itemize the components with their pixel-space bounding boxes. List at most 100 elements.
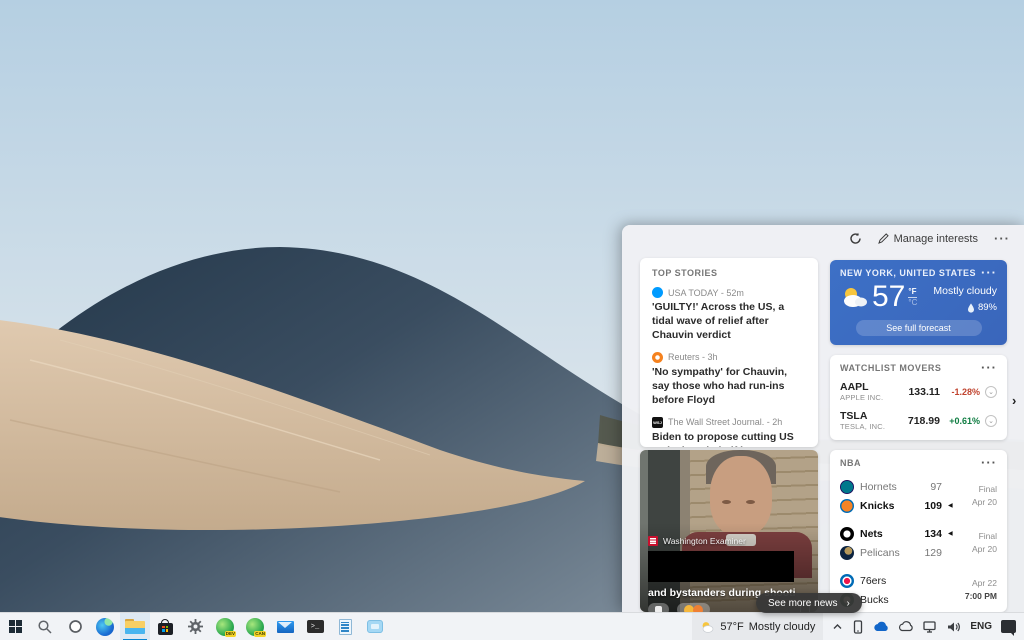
watchlist-movers-card: WATCHLIST MOVERS ··· AAPL APPLE INC. 133…	[830, 355, 1007, 440]
weather-more-button[interactable]: ···	[981, 268, 997, 278]
volume-tray-button[interactable]	[947, 621, 961, 633]
nba-game[interactable]: 76ers Bucks Apr 22 7:00 PM	[840, 571, 997, 609]
company-name: TESLA, INC.	[840, 422, 902, 431]
blue-app-icon	[367, 620, 383, 633]
taskbar-notes-button[interactable]	[330, 613, 360, 640]
file-explorer-icon	[125, 619, 145, 634]
watchlist-row[interactable]: AAPL APPLE INC. 133.11 -1.28% ⌄	[840, 381, 997, 402]
reactions-count[interactable]	[677, 603, 710, 612]
stock-change: -1.28%	[940, 387, 980, 397]
redacted-headline-bar	[648, 551, 794, 582]
news-story[interactable]: WSJ The Wall Street Journal. - 2h Biden …	[652, 417, 806, 447]
system-tray: 57°F Mostly cloudy	[692, 613, 1024, 640]
team-score: 109	[924, 500, 942, 512]
cortana-icon	[68, 619, 83, 634]
hornets-logo-icon	[840, 480, 854, 494]
story-headline[interactable]: 'GUILTY!' Across the US, a tidal wave of…	[652, 301, 806, 343]
team-name: Knicks	[860, 500, 894, 512]
gear-icon	[187, 618, 204, 635]
edge-canary-icon: CAN	[246, 618, 264, 636]
cloud-sync-tray-button[interactable]	[898, 621, 914, 632]
see-full-forecast-button[interactable]: See full forecast	[856, 320, 982, 336]
game-date: Apr 20	[972, 543, 997, 556]
search-icon	[37, 619, 53, 635]
taskbar-store-button[interactable]	[150, 613, 180, 640]
taskbar: DEV CAN >_ 57°F Most	[0, 612, 1024, 640]
notes-app-icon	[339, 619, 352, 635]
ticker-symbol: AAPL	[840, 381, 902, 393]
weather-precipitation: 89%	[978, 302, 997, 313]
story-headline[interactable]: 'No sympathy' for Chauvin, say those who…	[652, 366, 806, 408]
watchlist-more-button[interactable]: ···	[981, 363, 997, 373]
nba-more-button[interactable]: ···	[981, 458, 997, 468]
top-stories-title: TOP STORIES	[652, 268, 806, 278]
show-hidden-icons-button[interactable]	[832, 621, 843, 632]
taskbar-settings-button[interactable]	[180, 613, 210, 640]
video-news-card[interactable]: Washington Examiner and bystanders durin…	[640, 450, 818, 612]
pencil-icon	[878, 233, 889, 244]
team-name: Nets	[860, 528, 883, 540]
taskbar-edge-canary-button[interactable]: CAN	[240, 613, 270, 640]
speaker-icon	[947, 621, 961, 633]
taskbar-terminal-button[interactable]: >_	[300, 613, 330, 640]
weather-card[interactable]: NEW YORK, UNITED STATES ··· 57 °F °C Mos…	[830, 260, 1007, 345]
unit-celsius-toggle[interactable]: °C	[908, 298, 917, 308]
start-button[interactable]	[0, 613, 30, 640]
story-headline[interactable]: Biden to propose cutting US emissions in…	[652, 431, 806, 447]
news-story[interactable]: Reuters - 3h 'No sympathy' for Chauvin, …	[652, 352, 806, 408]
taskbar-mail-button[interactable]	[270, 613, 300, 640]
edge-icon	[96, 618, 114, 636]
microsoft-store-icon	[158, 623, 173, 635]
story-source: The Wall Street Journal. - 2h	[668, 417, 782, 427]
chevron-right-icon: ›	[846, 598, 849, 609]
game-time: 7:00 PM	[965, 590, 997, 603]
taskbar-edge-button[interactable]	[90, 613, 120, 640]
watchlist-row[interactable]: TSLA TESLA, INC. 718.99 +0.61% ⌄	[840, 410, 997, 431]
chevron-up-icon	[832, 621, 843, 632]
taskbar-blue-app-button[interactable]	[360, 613, 390, 640]
refresh-button[interactable]	[849, 232, 862, 245]
onedrive-cloud-icon	[873, 621, 889, 632]
tray-temperature: 57°F	[720, 621, 743, 633]
game-status: Final	[979, 483, 997, 496]
wsj-logo-icon: WSJ	[652, 417, 663, 428]
ticker-action-icon[interactable]: ⌄	[985, 415, 997, 427]
manage-interests-button[interactable]: Manage interests	[878, 233, 978, 245]
carousel-next-icon[interactable]: ›	[1012, 393, 1016, 408]
taskbar-edge-dev-button[interactable]: DEV	[210, 613, 240, 640]
nba-game[interactable]: Hornets 97 Knicks 109 ◀ Final Apr 20	[840, 477, 997, 515]
tray-condition: Mostly cloudy	[749, 621, 816, 633]
like-button[interactable]	[648, 603, 669, 612]
tray-weather-icon	[700, 621, 715, 633]
video-source-label: Washington Examiner	[663, 536, 746, 546]
team-score: 134	[924, 528, 942, 540]
ticker-action-icon[interactable]: ⌄	[985, 386, 997, 398]
pelicans-logo-icon	[840, 546, 854, 560]
company-name: APPLE INC.	[840, 393, 902, 402]
emoji-reaction-icon	[693, 605, 703, 613]
see-more-news-label: See more news	[768, 598, 837, 609]
network-tray-button[interactable]	[923, 620, 938, 633]
nba-game[interactable]: Nets 134 ◀ Pelicans 129 Final Apr 20	[840, 524, 997, 562]
panel-header: Manage interests ···	[849, 232, 1010, 245]
stock-price: 718.99	[908, 415, 940, 427]
canary-badge: CAN	[254, 631, 266, 637]
taskbar-search-button[interactable]	[30, 613, 60, 640]
unit-fahrenheit-toggle[interactable]: °F	[908, 287, 917, 298]
your-phone-tray-button[interactable]	[852, 620, 864, 634]
news-story[interactable]: USA TODAY - 52m 'GUILTY!' Across the US,…	[652, 287, 806, 343]
cloud-outline-icon	[898, 621, 914, 632]
see-more-news-tooltip[interactable]: See more news ›	[756, 593, 862, 613]
news-and-interests-taskbar-button[interactable]: 57°F Mostly cloudy	[692, 613, 823, 640]
cortana-button[interactable]	[60, 613, 90, 640]
action-center-icon[interactable]	[1001, 620, 1016, 633]
panel-more-button[interactable]: ···	[994, 234, 1010, 244]
story-source: Reuters - 3h	[668, 352, 718, 362]
team-name: Hornets	[860, 481, 897, 493]
game-date: Apr 22	[972, 577, 997, 590]
stock-change: +0.61%	[940, 416, 980, 426]
taskbar-file-explorer-button[interactable]	[120, 613, 150, 640]
team-name: 76ers	[860, 575, 886, 587]
onedrive-tray-button[interactable]	[873, 621, 889, 632]
language-indicator[interactable]: ENG	[970, 621, 992, 632]
